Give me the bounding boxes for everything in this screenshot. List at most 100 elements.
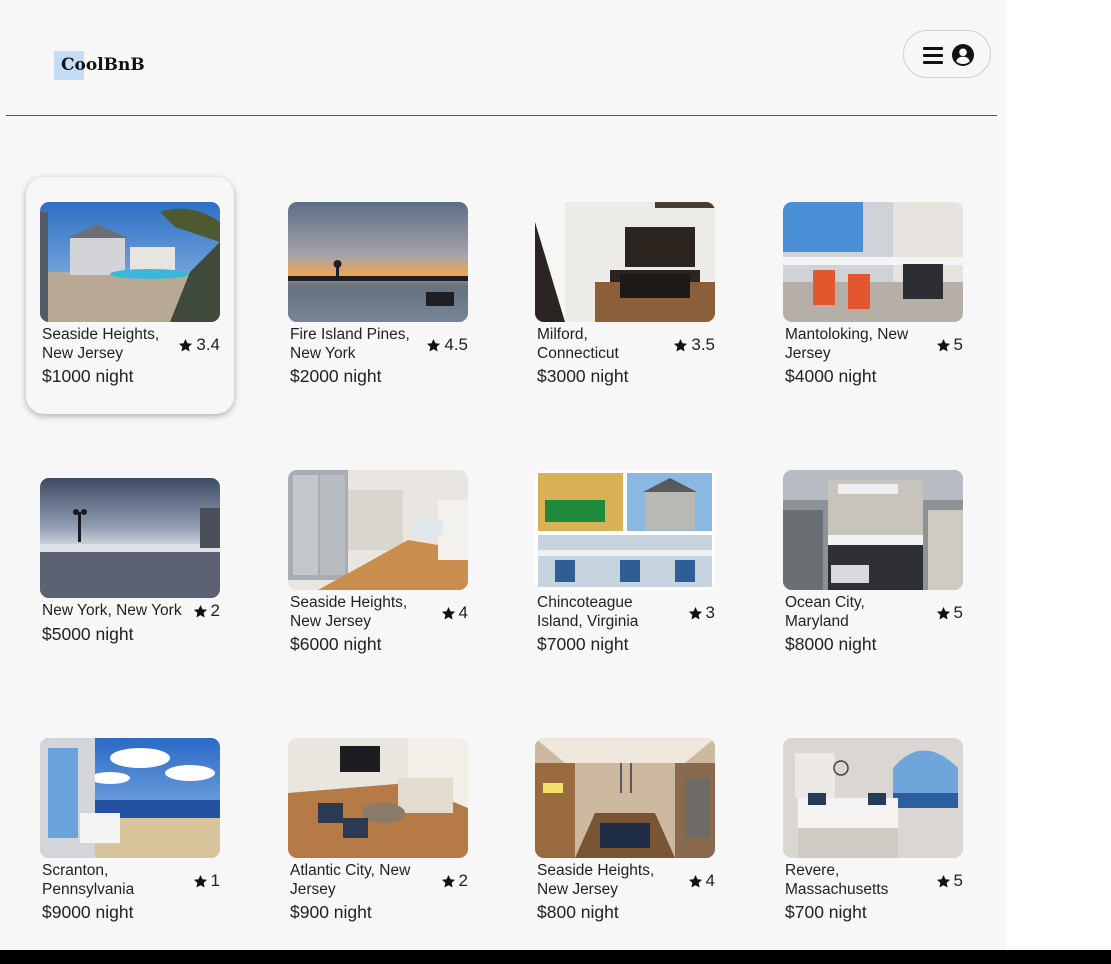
listing-card[interactable]: Seaside Heights, New Jersey 4 $6000 nigh… [288,470,468,654]
listing-card[interactable]: Ocean City, Maryland 5 $8000 night [783,470,963,654]
listing-info: Revere, Massachusetts 5 [783,860,963,900]
star-icon [936,874,950,887]
listing-info: Seaside Heights, New Jersey 4 [288,592,468,632]
listing-rating: 4 [441,603,468,623]
rating-value: 4 [705,871,715,890]
listing-price: $1000 night [42,366,134,386]
listing-rating: 4 [688,871,715,891]
listing-card[interactable]: New York, New York 2 $5000 night [40,478,220,644]
listing-rating: 1 [193,871,220,891]
listing-rating: 5 [936,871,963,891]
listing-price: $3000 night [537,366,629,386]
user-circle-icon [952,44,974,66]
listing-info: Mantoloking, New Jersey 5 [783,324,963,364]
user-menu-button[interactable] [903,30,991,78]
rating-value: 5 [953,871,963,890]
listing-rating: 4.5 [426,335,468,355]
listing-location: Seaside Heights, New Jersey [537,862,655,898]
listing-info: Seaside Heights, New Jersey 3.4 [40,324,220,364]
listing-location: Atlantic City, New Jersey [290,862,411,898]
steel-kitchen-photo [288,470,468,590]
star-icon [936,606,950,619]
rating-value: 4 [458,603,468,622]
ocean-view-rooftop-photo [40,478,220,598]
star-icon [936,338,950,351]
rating-value: 1 [210,871,220,890]
listing-price: $7000 night [537,634,629,654]
listing-card[interactable]: Mantoloking, New Jersey 5 $4000 night [783,202,963,386]
listing-info: New York, New York 2 [40,600,220,621]
listing-rating: 2 [441,871,468,891]
deck-with-chairs-photo [783,202,963,322]
sunset-over-bay-photo [288,202,468,322]
living-room-photo [288,738,468,858]
rating-value: 5 [953,603,963,622]
listing-info: Ocean City, Maryland 5 [783,592,963,632]
rating-value: 2 [210,601,220,620]
star-icon [441,606,455,619]
listing-rating: 2 [193,601,220,621]
listing-price: $4000 night [785,366,877,386]
listing-price: $2000 night [290,366,382,386]
listing-info: Seaside Heights, New Jersey 4 [535,860,715,900]
listing-location: New York, New York [42,602,182,619]
listing-card[interactable]: Fire Island Pines, New York 4.5 $2000 ni… [288,202,468,386]
listing-location: Chincoteague Island, Virginia [537,594,639,630]
listing-info: Scranton, Pennsylvania 1 [40,860,220,900]
star-icon [688,606,702,619]
star-icon [674,338,688,351]
listing-info: Fire Island Pines, New York 4.5 [288,324,468,364]
listing-rating: 3.5 [673,335,715,355]
listing-card[interactable]: Milford, Connecticut 3.5 $3000 night [535,202,715,386]
listing-location: Scranton, Pennsylvania [42,862,135,898]
listing-location: Milford, Connecticut [537,326,619,362]
listing-info: Milford, Connecticut 3.5 [535,324,715,364]
bedroom-ocean-view-photo [783,738,963,858]
listing-location: Fire Island Pines, New York [290,326,410,362]
listing-rating: 5 [936,603,963,623]
listing-rating: 3 [688,603,715,623]
listing-location: Seaside Heights, New Jersey [42,326,160,362]
listing-price: $900 night [290,902,372,922]
listing-card[interactable]: Seaside Heights, New Jersey 4 $800 night [535,738,715,922]
rating-value: 2 [458,871,468,890]
header-divider [6,115,997,116]
listing-card[interactable]: Chincoteague Island, Virginia 3 $7000 ni… [535,470,715,654]
star-icon [193,604,207,617]
star-icon [441,874,455,887]
listing-card[interactable]: Scranton, Pennsylvania 1 $9000 night [40,738,220,922]
listing-location: Mantoloking, New Jersey [785,326,909,362]
star-icon [427,338,441,351]
dining-kitchen-photo [535,738,715,858]
listing-info: Chincoteague Island, Virginia 3 [535,592,715,632]
blank-area [1006,0,1111,950]
listing-rating: 3.4 [178,335,220,355]
listing-price: $8000 night [785,634,877,654]
listing-info: Atlantic City, New Jersey 2 [288,860,468,900]
rating-value: 3 [705,603,715,622]
listing-price: $6000 night [290,634,382,654]
rating-value: 4.5 [444,335,468,354]
rating-value: 5 [953,335,963,354]
kitchen-interior-photo [535,202,715,322]
listing-card[interactable]: Revere, Massachusetts 5 $700 night [783,738,963,922]
photo-collage [535,470,715,590]
rating-value: 3.5 [691,335,715,354]
listing-card[interactable]: Seaside Heights, New Jersey 3.4 $1000 ni… [26,177,234,414]
listing-card[interactable]: Atlantic City, New Jersey 2 $900 night [288,738,468,922]
listing-price: $5000 night [42,624,134,644]
page: CoolBnB Seaside Heights, New Jersey 3.4 … [0,0,1006,950]
listing-rating: 5 [936,335,963,355]
listing-location: Revere, Massachusetts [785,862,889,898]
star-icon [179,338,193,351]
rating-value: 3.4 [196,335,220,354]
listing-location: Seaside Heights, New Jersey [290,594,408,630]
star-icon [688,874,702,887]
star-icon [193,874,207,887]
listing-price: $800 night [537,902,619,922]
beach-from-porch-photo [40,738,220,858]
logo[interactable]: CoolBnB [54,51,147,80]
listing-price: $700 night [785,902,867,922]
house-with-pool-photo [40,202,220,322]
listing-price: $9000 night [42,902,134,922]
